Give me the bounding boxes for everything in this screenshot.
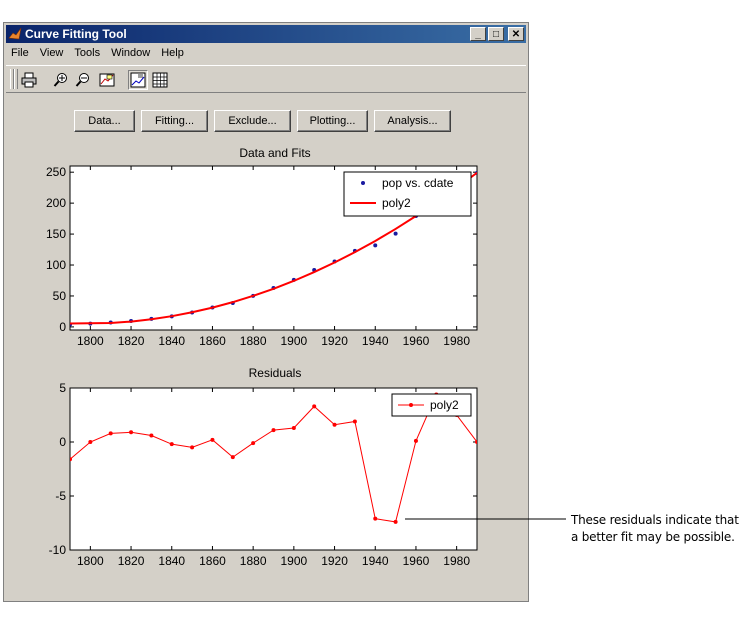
plotting-button[interactable]: Plotting... bbox=[297, 110, 368, 132]
matlab-logo-icon bbox=[8, 27, 22, 40]
minimize-button[interactable]: _ bbox=[470, 27, 486, 41]
legend-icon[interactable] bbox=[128, 70, 148, 90]
data-cursor-icon[interactable] bbox=[97, 70, 117, 90]
menu-tools[interactable]: Tools bbox=[69, 45, 106, 63]
annotation-line-2: a better fit may be possible. bbox=[571, 530, 735, 544]
action-buttons: Data... Fitting... Exclude... Plotting..… bbox=[74, 110, 451, 132]
maximize-button[interactable]: □ bbox=[488, 27, 504, 41]
title-bar: Curve Fitting Tool _ □ ✕ bbox=[6, 25, 526, 43]
menu-bar: File View Tools Window Help bbox=[6, 45, 190, 63]
toolbar bbox=[6, 65, 526, 93]
exclude-button[interactable]: Exclude... bbox=[214, 110, 291, 132]
menu-file[interactable]: File bbox=[6, 45, 35, 63]
close-button[interactable]: ✕ bbox=[508, 27, 524, 41]
menu-help[interactable]: Help bbox=[156, 45, 190, 63]
menu-window[interactable]: Window bbox=[106, 45, 156, 63]
print-icon[interactable] bbox=[19, 70, 39, 90]
menu-view[interactable]: View bbox=[35, 45, 70, 63]
residual-annotation: These residuals indicate that a better f… bbox=[571, 512, 739, 546]
grid-icon[interactable] bbox=[150, 70, 170, 90]
zoom-out-icon[interactable] bbox=[73, 70, 93, 90]
toolbar-grip-2[interactable] bbox=[14, 69, 18, 89]
annotation-line-1: These residuals indicate that bbox=[571, 513, 739, 527]
window-title: Curve Fitting Tool bbox=[25, 27, 127, 41]
data-fits-title: Data and Fits bbox=[239, 146, 311, 160]
data-button[interactable]: Data... bbox=[74, 110, 135, 132]
fitting-button[interactable]: Fitting... bbox=[141, 110, 208, 132]
residuals-title: Residuals bbox=[248, 366, 302, 380]
zoom-in-icon[interactable] bbox=[51, 70, 71, 90]
analysis-button[interactable]: Analysis... bbox=[374, 110, 451, 132]
curve-fitting-window: Curve Fitting Tool _ □ ✕ File View Tools… bbox=[3, 22, 529, 602]
